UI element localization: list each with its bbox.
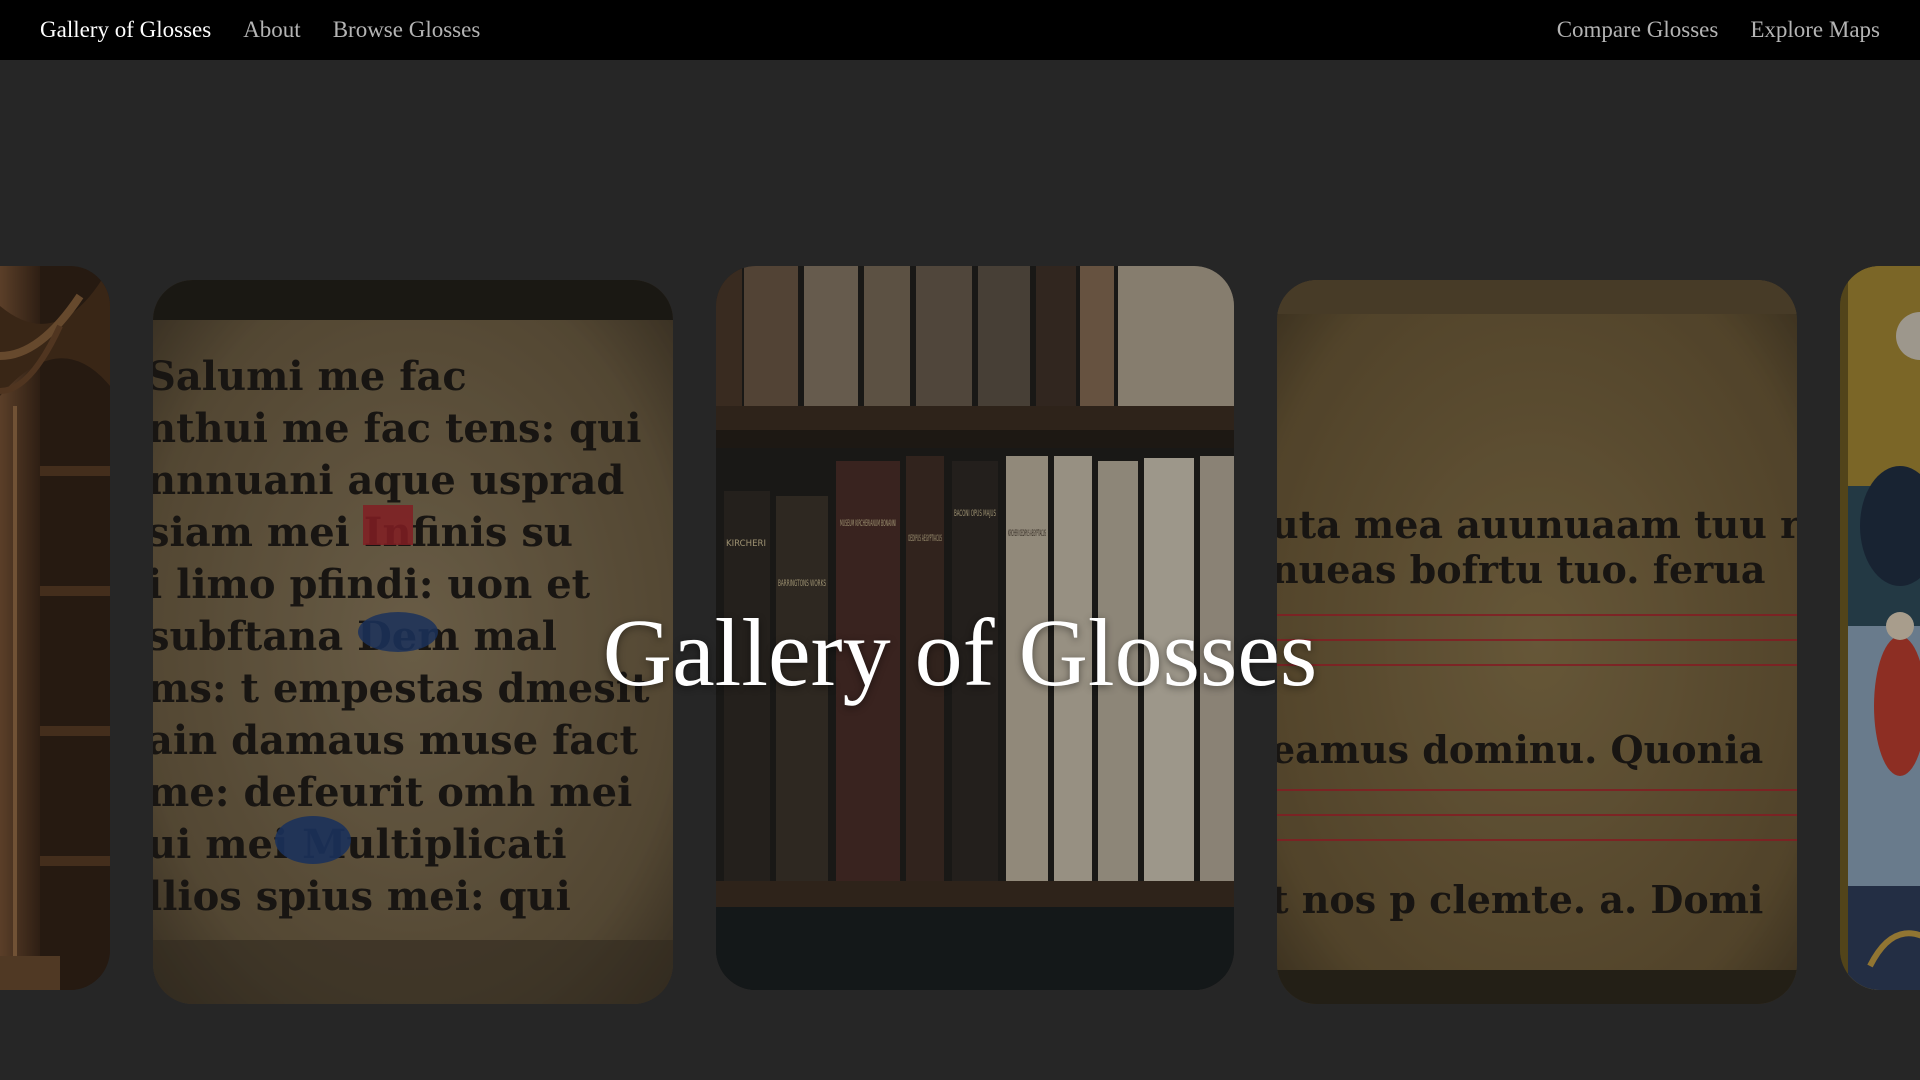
manuscript-line: ui mei Multiplicati: [153, 821, 567, 868]
nav-compare-glosses-link[interactable]: Compare Glosses: [1557, 17, 1719, 43]
chant-line: uta mea auunuaam tuu re po: [1277, 502, 1797, 547]
spine-label: OEDIPUS AEGYPTIACUS: [908, 534, 942, 544]
manuscript-line: nthui me fac tens: qui: [153, 405, 641, 452]
blue-initial: [275, 816, 351, 864]
chant-line: nueas bofrtu tuo. ferua: [1277, 547, 1765, 592]
spine-label: KIRCHERI OEDIPUS AEGYPTIACUS: [1008, 529, 1046, 539]
manuscript-line: ain damaus muse fact: [153, 717, 639, 764]
manuscript-line: ms: t empestas dmesit: [153, 665, 650, 712]
spine-label: MUSEUM KIRCHERIANUM BONANNI: [840, 519, 896, 529]
carved-wood-image: [0, 266, 110, 990]
manuscript-line: me: defeurit omh mei: [153, 769, 632, 816]
top-navbar: Gallery of Glosses About Browse Glosses …: [0, 0, 1920, 60]
manuscript-line: Salumi me fac: [153, 353, 467, 400]
manuscript-line: i limo pfindi: uon et: [153, 561, 591, 608]
manuscript-line: subftana Dem mal: [153, 613, 557, 660]
carousel-card-chant-manuscript[interactable]: uta mea auunuaam tuu re po nueas bofrtu …: [1277, 280, 1797, 1004]
chant-line: eamus dominu. Quonia: [1277, 727, 1763, 772]
miniature-painting-image: [1840, 266, 1920, 990]
spine-label: BACONI OPUS MAJUS: [954, 509, 996, 519]
nav-browse-glosses-link[interactable]: Browse Glosses: [333, 17, 481, 43]
nav-right-group: Compare Glosses Explore Maps: [1557, 17, 1880, 43]
manuscript-line: nnnuani aque usprad: [153, 457, 624, 504]
blue-initial: [358, 612, 438, 652]
chant-line: t nos p clemte. a. Domi: [1277, 877, 1763, 922]
nav-explore-maps-link[interactable]: Explore Maps: [1750, 17, 1880, 43]
manuscript-line: llios spius mei: qui: [153, 873, 571, 920]
spine-label: BARRINGTONS WORKS: [778, 579, 826, 589]
manuscript-image: Salumi me fac nthui me fac tens: qui nnn…: [153, 280, 673, 1004]
carousel-card-bookshelf[interactable]: MUSEUM KIRCHERIANUM BONANNI OEDIPUS AEGY…: [716, 266, 1234, 990]
nav-brand-link[interactable]: Gallery of Glosses: [40, 17, 211, 43]
carousel-card-illuminated-miniature[interactable]: [1840, 266, 1920, 990]
bookshelf-image: MUSEUM KIRCHERIANUM BONANNI OEDIPUS AEGY…: [716, 266, 1234, 990]
manuscript-line: siam mei Infinis su: [153, 509, 573, 556]
spine-label: KIRCHERI: [726, 539, 766, 549]
chant-manuscript-image: uta mea auunuaam tuu re po nueas bofrtu …: [1277, 280, 1797, 1004]
red-initial: [363, 505, 413, 545]
nav-about-link[interactable]: About: [243, 17, 301, 43]
middle-shelf-books: [724, 456, 1234, 881]
image-carousel[interactable]: Salumi me fac nthui me fac tens: qui nnn…: [0, 60, 1920, 1080]
carousel-card-manuscript-page[interactable]: Salumi me fac nthui me fac tens: qui nnn…: [153, 280, 673, 1004]
carousel-card-library-shelf[interactable]: [0, 266, 110, 990]
nav-left-group: Gallery of Glosses About Browse Glosses: [40, 17, 512, 43]
